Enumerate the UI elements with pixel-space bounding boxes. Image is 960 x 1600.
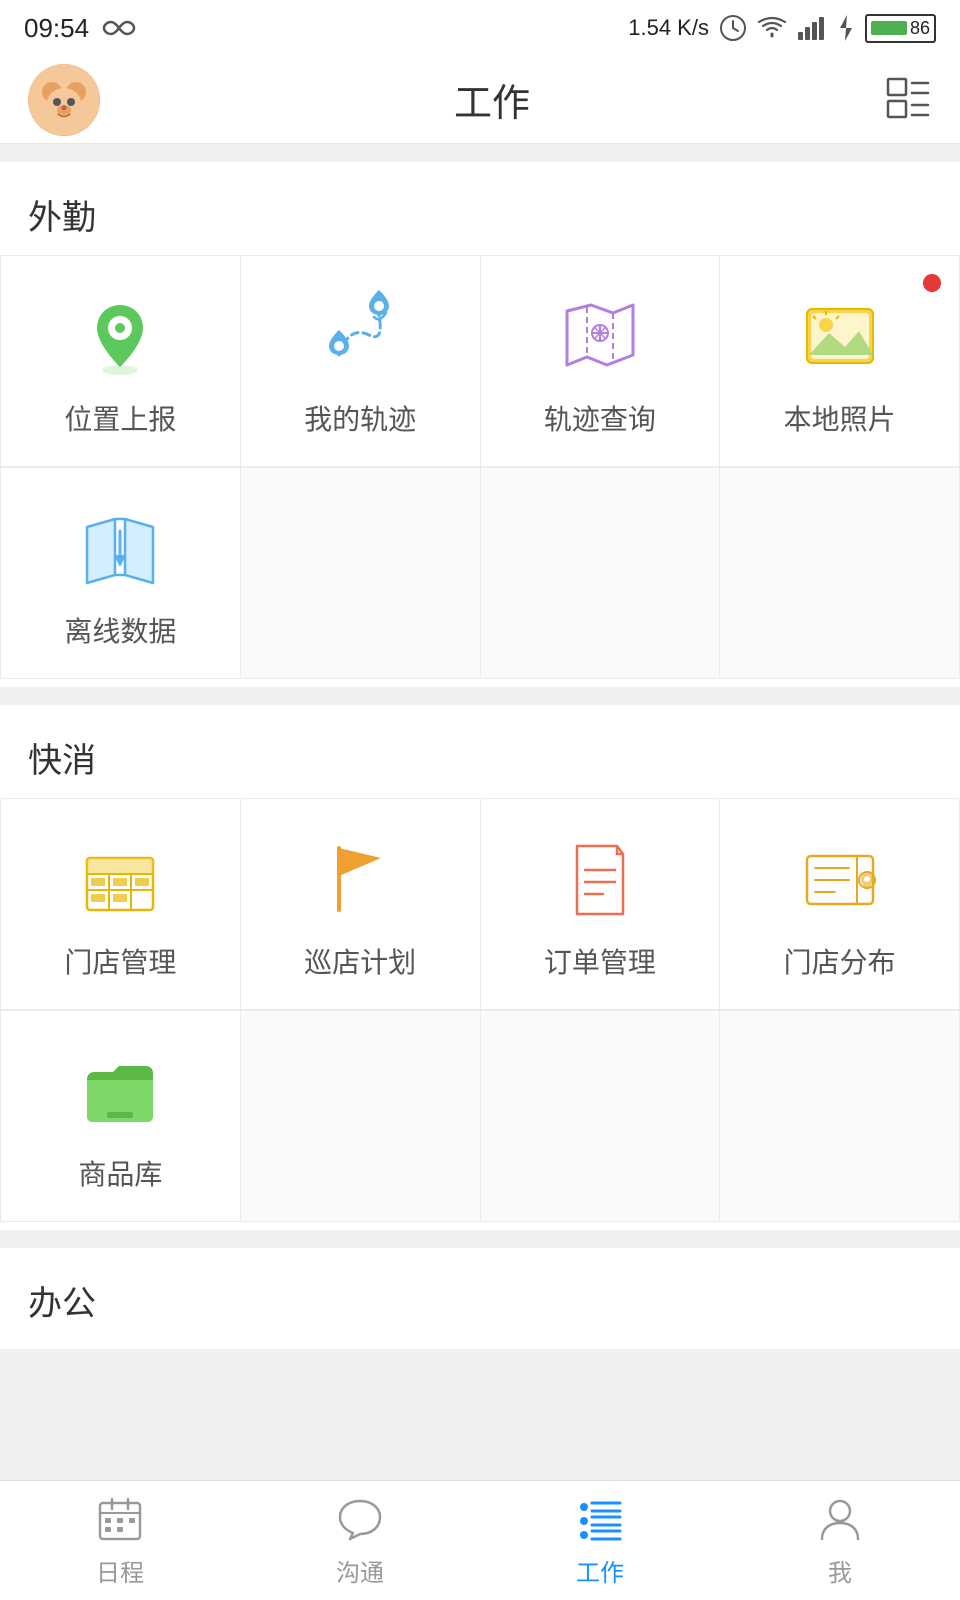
order-manage-icon [556, 835, 644, 923]
calendar-icon [94, 1493, 146, 1545]
nav-work[interactable]: 工作 [480, 1481, 720, 1600]
kuaixiao-grid-2: 商品库 [0, 1010, 960, 1222]
nav-me-label: 我 [828, 1553, 852, 1588]
signal-icon [797, 16, 827, 40]
section-kuaixiao: 快消 [0, 705, 960, 1230]
store-dist-item[interactable]: 门店分布 [720, 799, 960, 1010]
store-manage-label: 门店管理 [64, 941, 176, 981]
menu-button[interactable] [884, 73, 932, 126]
bottom-nav: 日程 沟通 工作 [0, 1480, 960, 1600]
empty-cell-2 [481, 468, 721, 679]
status-time: 09:54 [24, 13, 89, 44]
offline-data-label: 离线数据 [64, 610, 176, 650]
local-photo-label: 本地照片 [784, 398, 896, 438]
infinity-icon [101, 17, 137, 39]
store-manage-item[interactable]: 门店管理 [1, 799, 241, 1010]
avatar[interactable] [28, 64, 100, 136]
top-bar: 工作 [0, 56, 960, 144]
empty-cell-3 [720, 468, 960, 679]
charging-icon [837, 15, 855, 41]
empty-k-2 [241, 1011, 481, 1222]
empty-k-3 [481, 1011, 721, 1222]
me-icon [814, 1493, 866, 1545]
status-bar: 09:54 1.54 K/s [0, 0, 960, 56]
store-dist-icon [796, 835, 884, 923]
wifi-icon [757, 16, 787, 40]
product-lib-item[interactable]: 商品库 [1, 1011, 241, 1222]
track-query-item[interactable]: 轨迹查询 [481, 256, 721, 467]
tour-plan-label: 巡店计划 [304, 941, 416, 981]
product-lib-icon [76, 1047, 164, 1135]
location-report-icon [76, 292, 164, 380]
product-lib-label: 商品库 [78, 1153, 162, 1193]
section-title-kuaixiao: 快消 [0, 705, 960, 798]
tour-plan-icon [316, 835, 404, 923]
nav-me[interactable]: 我 [720, 1481, 960, 1600]
track-query-icon [556, 292, 644, 380]
nav-schedule-label: 日程 [96, 1553, 144, 1588]
section-title-waiqin: 外勤 [0, 162, 960, 255]
section-title-bangong: 办公 [0, 1248, 960, 1341]
work-icon [574, 1493, 626, 1545]
my-track-item[interactable]: 我的轨迹 [241, 256, 481, 467]
waiqin-grid: 位置上报 我的轨迹 [0, 255, 960, 467]
offline-data-item[interactable]: 离线数据 [1, 468, 241, 679]
battery-level: 86 [910, 18, 930, 39]
clock-icon [719, 14, 747, 42]
nav-work-label: 工作 [576, 1553, 624, 1588]
section-waiqin: 外勤 位置上报 [0, 162, 960, 687]
offline-data-icon [76, 504, 164, 592]
my-track-label: 我的轨迹 [304, 398, 416, 438]
battery-indicator: 86 [865, 14, 936, 43]
chat-icon [334, 1493, 386, 1545]
waiqin-grid-2: 离线数据 [0, 467, 960, 679]
order-manage-label: 订单管理 [544, 941, 656, 981]
section-bangong: 办公 [0, 1248, 960, 1349]
order-manage-item[interactable]: 订单管理 [481, 799, 721, 1010]
empty-k-4 [720, 1011, 960, 1222]
nav-chat-label: 沟通 [336, 1553, 384, 1588]
nav-schedule[interactable]: 日程 [0, 1481, 240, 1600]
store-manage-icon [76, 835, 164, 923]
local-photo-icon [796, 292, 884, 380]
location-report-item[interactable]: 位置上报 [1, 256, 241, 467]
tour-plan-item[interactable]: 巡店计划 [241, 799, 481, 1010]
local-photo-badge [923, 274, 941, 292]
nav-chat[interactable]: 沟通 [240, 1481, 480, 1600]
kuaixiao-grid: 门店管理 巡店计划 [0, 798, 960, 1010]
local-photo-item[interactable]: 本地照片 [720, 256, 960, 467]
page-title: 工作 [454, 72, 530, 127]
track-query-label: 轨迹查询 [544, 398, 656, 438]
location-report-label: 位置上报 [64, 398, 176, 438]
store-dist-label: 门店分布 [784, 941, 896, 981]
empty-cell-1 [241, 468, 481, 679]
network-speed: 1.54 K/s [628, 15, 709, 41]
my-track-icon [316, 292, 404, 380]
